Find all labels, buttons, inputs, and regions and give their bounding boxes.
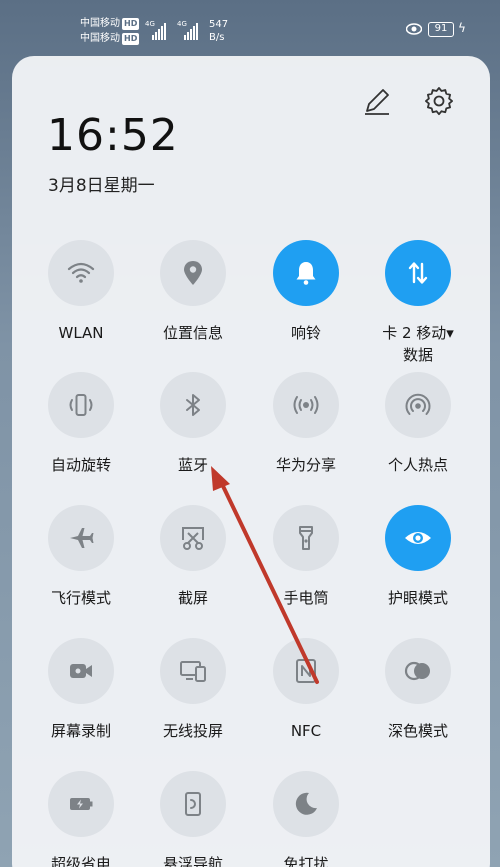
signal-1-icon: [152, 18, 166, 40]
tile-huawei-share[interactable]: 华为分享: [251, 372, 361, 476]
tile-label: 个人热点: [387, 456, 448, 474]
screen-record-toggle[interactable]: [48, 638, 114, 704]
tile-label: 深色模式: [387, 722, 448, 740]
tile-label-line2: 数据: [402, 346, 433, 364]
wlan-toggle[interactable]: [48, 240, 114, 306]
tile-label: 悬浮导航: [162, 855, 223, 867]
bell-icon: [296, 262, 316, 285]
tile-label: 屏幕录制: [50, 722, 111, 740]
clock-date: 3月8日星期一: [48, 176, 155, 196]
auto-rotate-toggle[interactable]: [48, 372, 114, 438]
tile-label: 无线投屏: [162, 722, 223, 740]
location-icon: [184, 261, 202, 285]
tile-flashlight[interactable]: 手电筒: [251, 505, 361, 609]
tile-auto-rotate[interactable]: 自动旋转: [26, 372, 136, 476]
tile-super-power-saving[interactable]: 超级省电: [26, 771, 136, 867]
hotspot-icon: [405, 393, 431, 415]
carrier-1: 中国移动 HD: [80, 18, 140, 30]
tile-ring[interactable]: 响铃: [251, 240, 361, 344]
tile-label: 位置信息: [162, 324, 223, 342]
net-speed: 547 B/s: [209, 18, 228, 44]
status-bar: 中国移动 HD 中国移动 HD 4G 4G 547 B/s 91 ϟ: [0, 0, 500, 52]
eye-icon: [405, 532, 431, 544]
wifi-icon: [67, 262, 95, 283]
battery-saver-icon: [70, 798, 93, 810]
edit-icon[interactable]: [362, 86, 392, 116]
dark-mode-toggle[interactable]: [385, 638, 451, 704]
bluetooth-icon: [186, 394, 200, 416]
gear-icon[interactable]: [423, 85, 455, 117]
clock-time: 16:52: [47, 110, 179, 161]
location-toggle[interactable]: [160, 240, 226, 306]
super-power-saving-toggle[interactable]: [48, 771, 114, 837]
tile-wireless-projection[interactable]: 无线投屏: [138, 638, 248, 742]
dark-mode-icon: [404, 661, 430, 681]
tile-bluetooth[interactable]: 蓝牙: [138, 372, 248, 476]
tile-label: 截屏: [177, 589, 208, 607]
flashlight-toggle[interactable]: [273, 505, 339, 571]
floating-navigation-toggle[interactable]: [160, 771, 226, 837]
rotate-icon: [69, 394, 93, 416]
share-icon: [293, 396, 319, 414]
tile-label: NFC: [290, 722, 322, 740]
charging-icon: ϟ: [458, 21, 466, 35]
floating-nav-icon: [185, 792, 201, 816]
tile-label: 免打扰: [283, 855, 329, 867]
tile-do-not-disturb[interactable]: 免打扰: [251, 771, 361, 867]
tile-label: 手电筒: [283, 589, 329, 607]
tile-label: 自动旋转: [50, 456, 111, 474]
tile-label: 华为分享: [275, 456, 336, 474]
tile-mobile-data[interactable]: 卡 2 移动▾ 数据: [363, 240, 473, 366]
tile-label: WLAN: [58, 324, 104, 342]
flashlight-icon: [299, 526, 313, 550]
tile-airplane-mode[interactable]: 飞行模式: [26, 505, 136, 609]
mobile-data-icon: [408, 262, 428, 284]
moon-icon: [295, 792, 317, 815]
tile-wlan[interactable]: WLAN: [26, 240, 136, 344]
net-speed-value: 547: [209, 19, 229, 30]
cast-icon: [180, 661, 206, 682]
tile-screen-record[interactable]: 屏幕录制: [26, 638, 136, 742]
tile-location[interactable]: 位置信息: [138, 240, 248, 344]
ring-toggle[interactable]: [273, 240, 339, 306]
huawei-share-toggle[interactable]: [273, 372, 339, 438]
screenshot-icon: [182, 527, 204, 550]
eye-comfort-status-icon: [406, 23, 422, 35]
tile-nfc[interactable]: NFC: [251, 638, 361, 742]
screenshot-toggle[interactable]: [160, 505, 226, 571]
tile-eye-comfort[interactable]: 护眼模式: [363, 505, 473, 609]
tile-label: 蓝牙: [177, 456, 208, 474]
nfc-toggle[interactable]: [273, 638, 339, 704]
tile-label: 响铃: [290, 324, 321, 342]
do-not-disturb-toggle[interactable]: [273, 771, 339, 837]
nfc-icon: [296, 659, 316, 683]
bluetooth-toggle[interactable]: [160, 372, 226, 438]
signal-2-icon: [184, 18, 198, 40]
net-speed-unit: B/s: [209, 32, 225, 43]
wireless-projection-toggle[interactable]: [160, 638, 226, 704]
mobile-data-toggle[interactable]: [385, 240, 451, 306]
hd-badge: HD: [122, 33, 140, 45]
screen-record-icon: [70, 664, 92, 678]
tile-screenshot[interactable]: 截屏: [138, 505, 248, 609]
airplane-icon: [70, 528, 94, 548]
tile-label: 卡 2 移动▾ 数据: [363, 322, 473, 366]
carrier-2-name: 中国移动: [80, 33, 120, 44]
carrier-2: 中国移动 HD: [80, 33, 140, 45]
hotspot-toggle[interactable]: [385, 372, 451, 438]
hd-badge: HD: [122, 18, 140, 30]
battery-icon: 91: [428, 22, 454, 37]
tile-label: 超级省电: [50, 855, 111, 867]
tile-label: 护眼模式: [387, 589, 448, 607]
tile-hotspot[interactable]: 个人热点: [363, 372, 473, 476]
eye-comfort-toggle[interactable]: [385, 505, 451, 571]
airplane-mode-toggle[interactable]: [48, 505, 114, 571]
tile-floating-navigation[interactable]: 悬浮导航: [138, 771, 248, 867]
tile-label: 飞行模式: [50, 589, 111, 607]
tile-dark-mode[interactable]: 深色模式: [363, 638, 473, 742]
carrier-1-name: 中国移动: [80, 18, 120, 29]
tile-label-line1: 卡 2 移动▾: [382, 324, 454, 342]
